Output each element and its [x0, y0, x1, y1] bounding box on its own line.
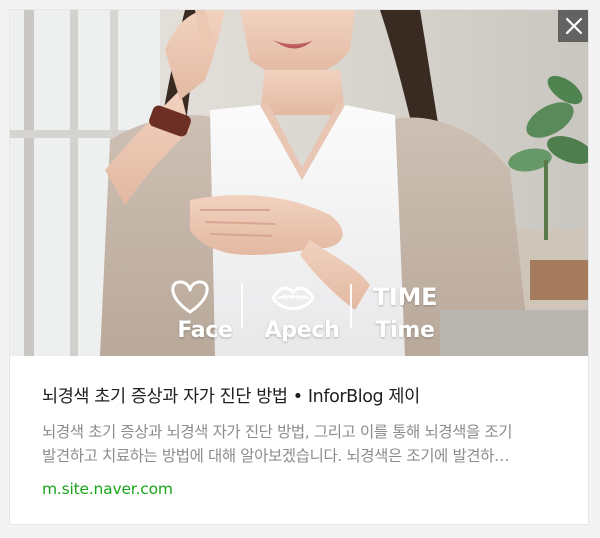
preview-image[interactable]: Face Apech TIME Time [10, 10, 588, 356]
description-line: 뇌경색 초기 증상과 뇌경색 자가 진단 방법, 그리고 이를 통해 뇌경색을 … [42, 423, 513, 441]
close-button[interactable] [558, 10, 588, 42]
close-icon [565, 17, 583, 35]
photo-illustration [10, 10, 588, 356]
preview-title[interactable]: 뇌경색 초기 증상과 자가 진단 방법 • InforBlog 제이 [42, 383, 562, 408]
link-preview-card[interactable]: Face Apech TIME Time 뇌경색 초기 증상과 자가 진단 방법… [9, 9, 589, 525]
preview-description: 뇌경색 초기 증상과 뇌경색 자가 진단 방법, 그리고 이를 통해 뇌경색을 … [42, 421, 562, 468]
source-link[interactable]: m.site.naver.com [42, 480, 173, 498]
description-line: 발견하고 치료하는 방법에 대해 알아보겠습니다. 뇌경색은 조기에 발견하… [42, 446, 510, 465]
